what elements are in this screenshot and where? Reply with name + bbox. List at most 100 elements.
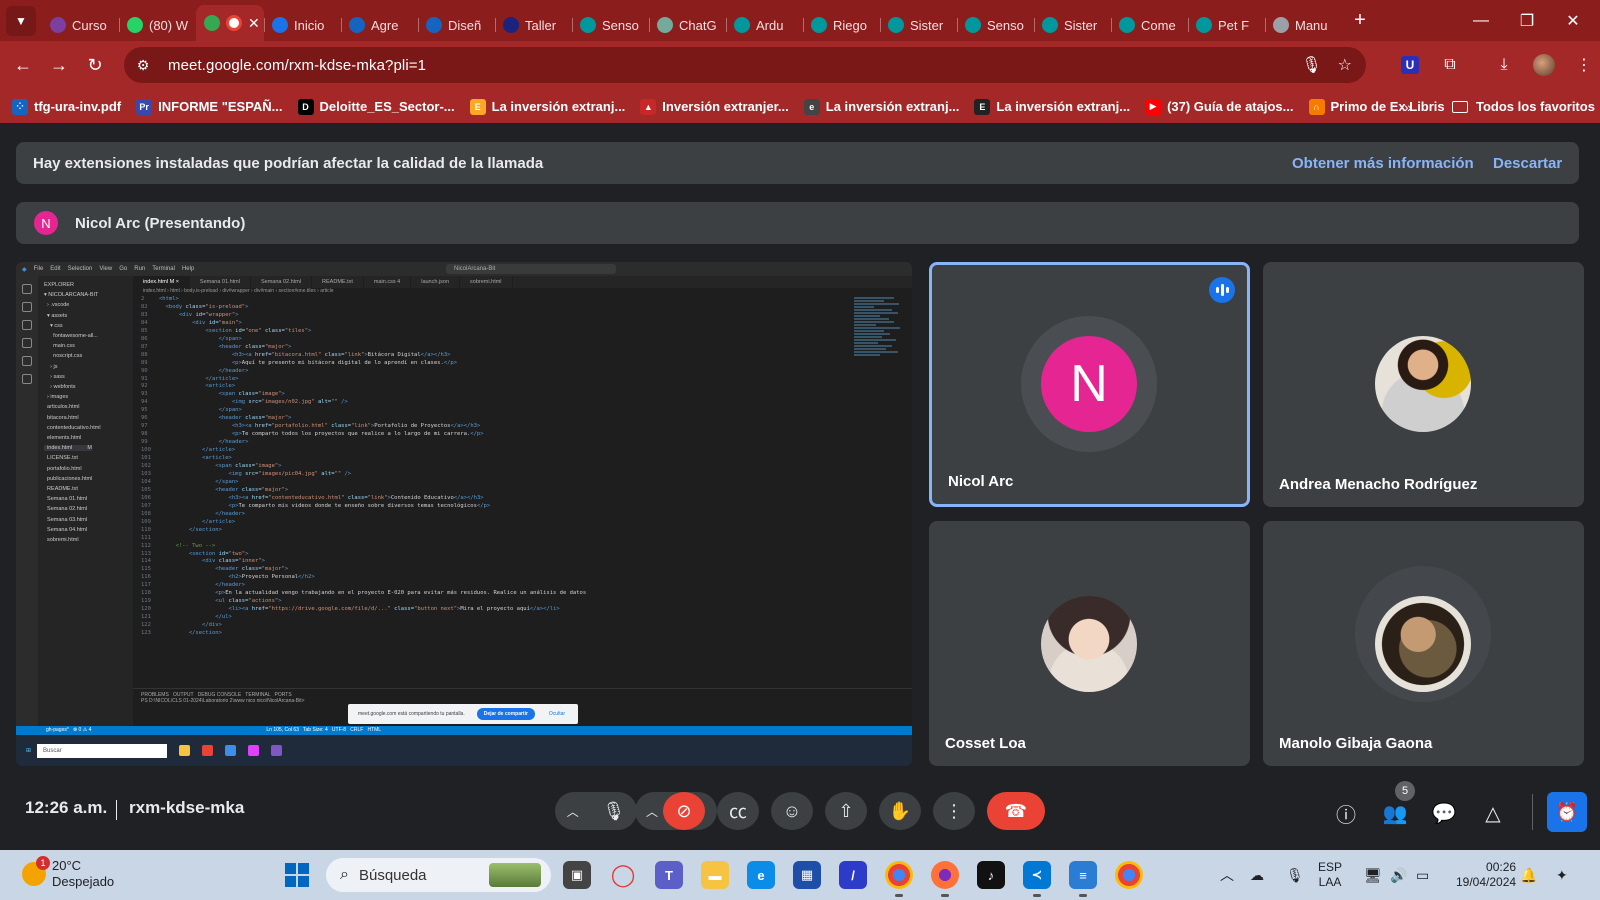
firefox-icon[interactable] [931, 861, 959, 897]
chrome-profile-icon[interactable] [1115, 861, 1143, 889]
more-options-button[interactable]: ⋮ [933, 792, 975, 830]
bookmark-item[interactable]: E La inversión extranj... [469, 98, 625, 115]
show-hidden-icons[interactable]: ︿ [1220, 850, 1234, 900]
browser-tab[interactable]: (80) W [119, 9, 196, 41]
downloads-button[interactable]: ⤓ [1489, 47, 1519, 83]
bookmark-item[interactable]: ⁘ tfg-ura-inv.pdf [12, 98, 121, 115]
minimize-button[interactable]: — [1458, 0, 1504, 41]
browser-tab[interactable]: Come [1111, 9, 1188, 41]
activities-button[interactable]: △ [1480, 800, 1506, 826]
participant-tile-cosset[interactable]: Cosset Loa [929, 521, 1250, 766]
shared-screen[interactable]: ◆ File Edit Selection View Go Run Terminal Help … [16, 262, 912, 766]
system-clock[interactable]: 00:26 19/04/2024 [1456, 860, 1516, 890]
arduino-icon [811, 17, 827, 33]
profile-button[interactable] [1529, 47, 1559, 83]
tiktok-icon[interactable]: ♪ [977, 861, 1005, 889]
stop-sharing-button[interactable]: Dejar de compartir [476, 708, 535, 720]
taskbar-search[interactable]: ⌕ Búsqueda [326, 858, 551, 892]
browser-tab[interactable]: Senso [572, 9, 649, 41]
camera-off-button[interactable]: ⊘ [663, 792, 705, 830]
opera-icon[interactable]: ◯ [609, 861, 637, 889]
teams-icon[interactable]: T [655, 861, 683, 889]
weather-widget[interactable]: 1 20°C Despejado [22, 856, 114, 890]
browser-tab[interactable]: Curso [42, 9, 119, 41]
people-button[interactable]: 👥 [1382, 800, 1408, 826]
browser-tab[interactable]: Inicio [264, 9, 341, 41]
browser-tab[interactable]: Riego [803, 9, 880, 41]
hide-notice-link[interactable]: Ocultar [549, 711, 565, 717]
browser-tab[interactable]: Agre [341, 9, 418, 41]
leave-call-button[interactable]: ☎ [987, 792, 1045, 830]
vscode-icon[interactable]: ≺ [1023, 861, 1051, 897]
browser-tab[interactable]: Pet F [1188, 9, 1265, 41]
browser-tab[interactable]: Taller [495, 9, 572, 41]
onedrive-icon[interactable]: ☁ [1250, 850, 1264, 900]
edge-icon[interactable]: e [747, 861, 775, 889]
forward-button[interactable]: → [41, 48, 77, 84]
bookmark-item[interactable]: ▲ Inversión extranjer... [640, 98, 789, 115]
task-view-icon[interactable]: ▣ [563, 861, 591, 889]
network-icon[interactable]: 🖥 [1364, 850, 1382, 900]
browser-menu-button[interactable]: ⋮ [1569, 47, 1599, 83]
microphone-icon[interactable]: 🎙 [602, 801, 625, 822]
browser-tab[interactable]: Sister [880, 9, 957, 41]
browser-tab[interactable]: Diseñ [418, 9, 495, 41]
bookmark-item[interactable]: Pr INFORME "ESPAÑ... [136, 98, 283, 115]
chat-button[interactable]: 💬 [1431, 800, 1457, 826]
notepad-icon[interactable]: ≡ [1069, 861, 1097, 897]
extension-u-button[interactable]: U [1395, 47, 1425, 83]
host-controls-button[interactable]: ⏰ [1547, 792, 1587, 832]
bookmark-label: (37) Guía de atajos... [1167, 99, 1294, 114]
file-explorer-icon[interactable]: ▬ [701, 861, 729, 889]
tab-search-button[interactable]: ▼ [6, 5, 36, 36]
present-button[interactable]: ⇧ [825, 792, 867, 830]
raise-hand-button[interactable]: ✋ [879, 792, 921, 830]
back-button[interactable]: ← [5, 48, 41, 84]
browser-tab[interactable]: Senso [957, 9, 1034, 41]
dismiss-link[interactable]: Descartar [1493, 155, 1562, 172]
browser-tab[interactable]: Ardu [726, 9, 803, 41]
bookmark-item[interactable]: D Deloitte_ES_Sector-... [297, 98, 455, 115]
reactions-button[interactable]: ☺ [771, 792, 813, 830]
copilot-icon[interactable]: ✦ [1556, 850, 1568, 900]
browser-tab[interactable]: Manu [1265, 9, 1342, 41]
star-bookmark-icon[interactable]: ☆ [1338, 55, 1352, 75]
shared-search-box: Buscar [37, 743, 168, 758]
address-bar[interactable]: ⚙ meet.google.com/rxm-kdse-mka?pli=1 🎙 ☆ [124, 47, 1366, 83]
participant-tile-andrea[interactable]: Andrea Menacho Rodríguez [1263, 262, 1584, 507]
more-bookmarks-button[interactable]: » [1404, 90, 1412, 123]
browser-tab[interactable]: Sister [1034, 9, 1111, 41]
site-info-icon[interactable]: ⚙ [128, 57, 158, 74]
store-icon[interactable]: ▦ [793, 861, 821, 889]
chrome-icon[interactable] [885, 861, 913, 897]
bell-icon[interactable]: 🔔 [1520, 850, 1537, 900]
microphone-control[interactable]: ︿ 🎙 [555, 792, 637, 830]
browser-tab[interactable]: ChatG [649, 9, 726, 41]
battery-icon[interactable]: ▭ [1416, 850, 1429, 900]
close-tab-icon[interactable]: ✕ [248, 15, 260, 32]
new-tab-button[interactable]: + [1346, 9, 1374, 32]
bookmark-item[interactable]: e La inversión extranj... [803, 98, 959, 115]
start-button[interactable] [285, 863, 309, 887]
participant-tile-manolo[interactable]: Manolo Gibaja Gaona [1263, 521, 1584, 766]
reload-button[interactable]: ↻ [77, 48, 113, 84]
pen-app-icon[interactable]: / [839, 861, 867, 889]
extensions-button[interactable]: ⧉ [1435, 47, 1465, 83]
browser-tab[interactable]: ✕ [196, 5, 264, 41]
microphone-icon[interactable]: 🎙 [1301, 55, 1321, 75]
video-options-chevron-icon[interactable]: ︿ [646, 803, 658, 820]
audio-options-chevron-icon[interactable]: ︿ [567, 803, 579, 820]
microphone-tray-icon[interactable]: 🎙 [1286, 850, 1304, 900]
bookmark-item[interactable]: E La inversión extranj... [974, 98, 1130, 115]
input-language[interactable]: ESP LAA [1318, 860, 1342, 890]
captions-button[interactable]: ㏄ [717, 792, 759, 830]
bookmark-item[interactable]: ▶ (37) Guía de atajos... [1145, 98, 1294, 115]
meeting-info-button[interactable]: ⓘ [1333, 800, 1359, 827]
restore-button[interactable]: ❐ [1504, 0, 1550, 41]
volume-icon[interactable]: 🔊 [1390, 850, 1407, 900]
all-bookmarks-button[interactable]: Todos los favoritos [1452, 90, 1595, 123]
participant-tile-nicol[interactable]: N Nicol Arc [929, 262, 1250, 507]
bookmark-item[interactable]: ∩ Primo de Ex Libris [1308, 98, 1445, 115]
more-info-link[interactable]: Obtener más información [1292, 155, 1474, 172]
close-window-button[interactable]: ✕ [1550, 0, 1596, 41]
